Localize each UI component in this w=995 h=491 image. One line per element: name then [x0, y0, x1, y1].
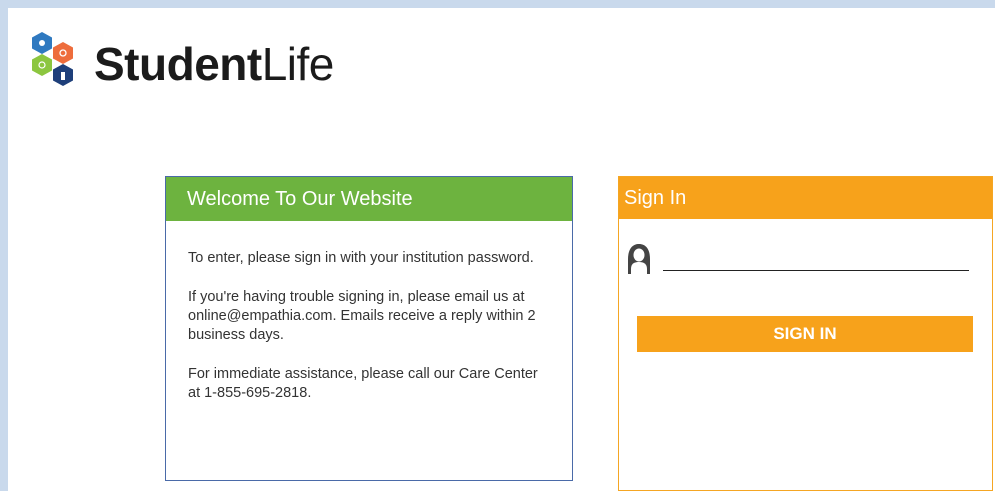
- brand-bold: Student: [94, 38, 262, 90]
- welcome-title: Welcome To Our Website: [166, 177, 572, 221]
- page: StudentLife Welcome To Our Website To en…: [8, 8, 995, 491]
- password-input[interactable]: [663, 247, 969, 271]
- hexagon-cluster-icon: [32, 32, 73, 86]
- welcome-paragraph: To enter, please sign in with your insti…: [188, 250, 534, 266]
- welcome-paragraph: For immediate assistance, please call ou…: [188, 366, 538, 401]
- brand-wordmark: StudentLife: [94, 41, 334, 87]
- signin-panel: Sign In SIGN IN: [618, 176, 993, 491]
- welcome-paragraph: If you're having trouble signing in, ple…: [188, 289, 536, 343]
- studentlife-logo[interactable]: StudentLife: [28, 32, 334, 96]
- welcome-panel: Welcome To Our Website To enter, please …: [165, 176, 573, 481]
- password-row: [626, 243, 969, 275]
- brand-light: Life: [261, 38, 335, 90]
- sign-in-button[interactable]: SIGN IN: [637, 316, 973, 352]
- welcome-body: To enter, please sign in with your insti…: [166, 221, 572, 403]
- signin-title: Sign In: [619, 177, 992, 219]
- user-icon: [628, 244, 650, 274]
